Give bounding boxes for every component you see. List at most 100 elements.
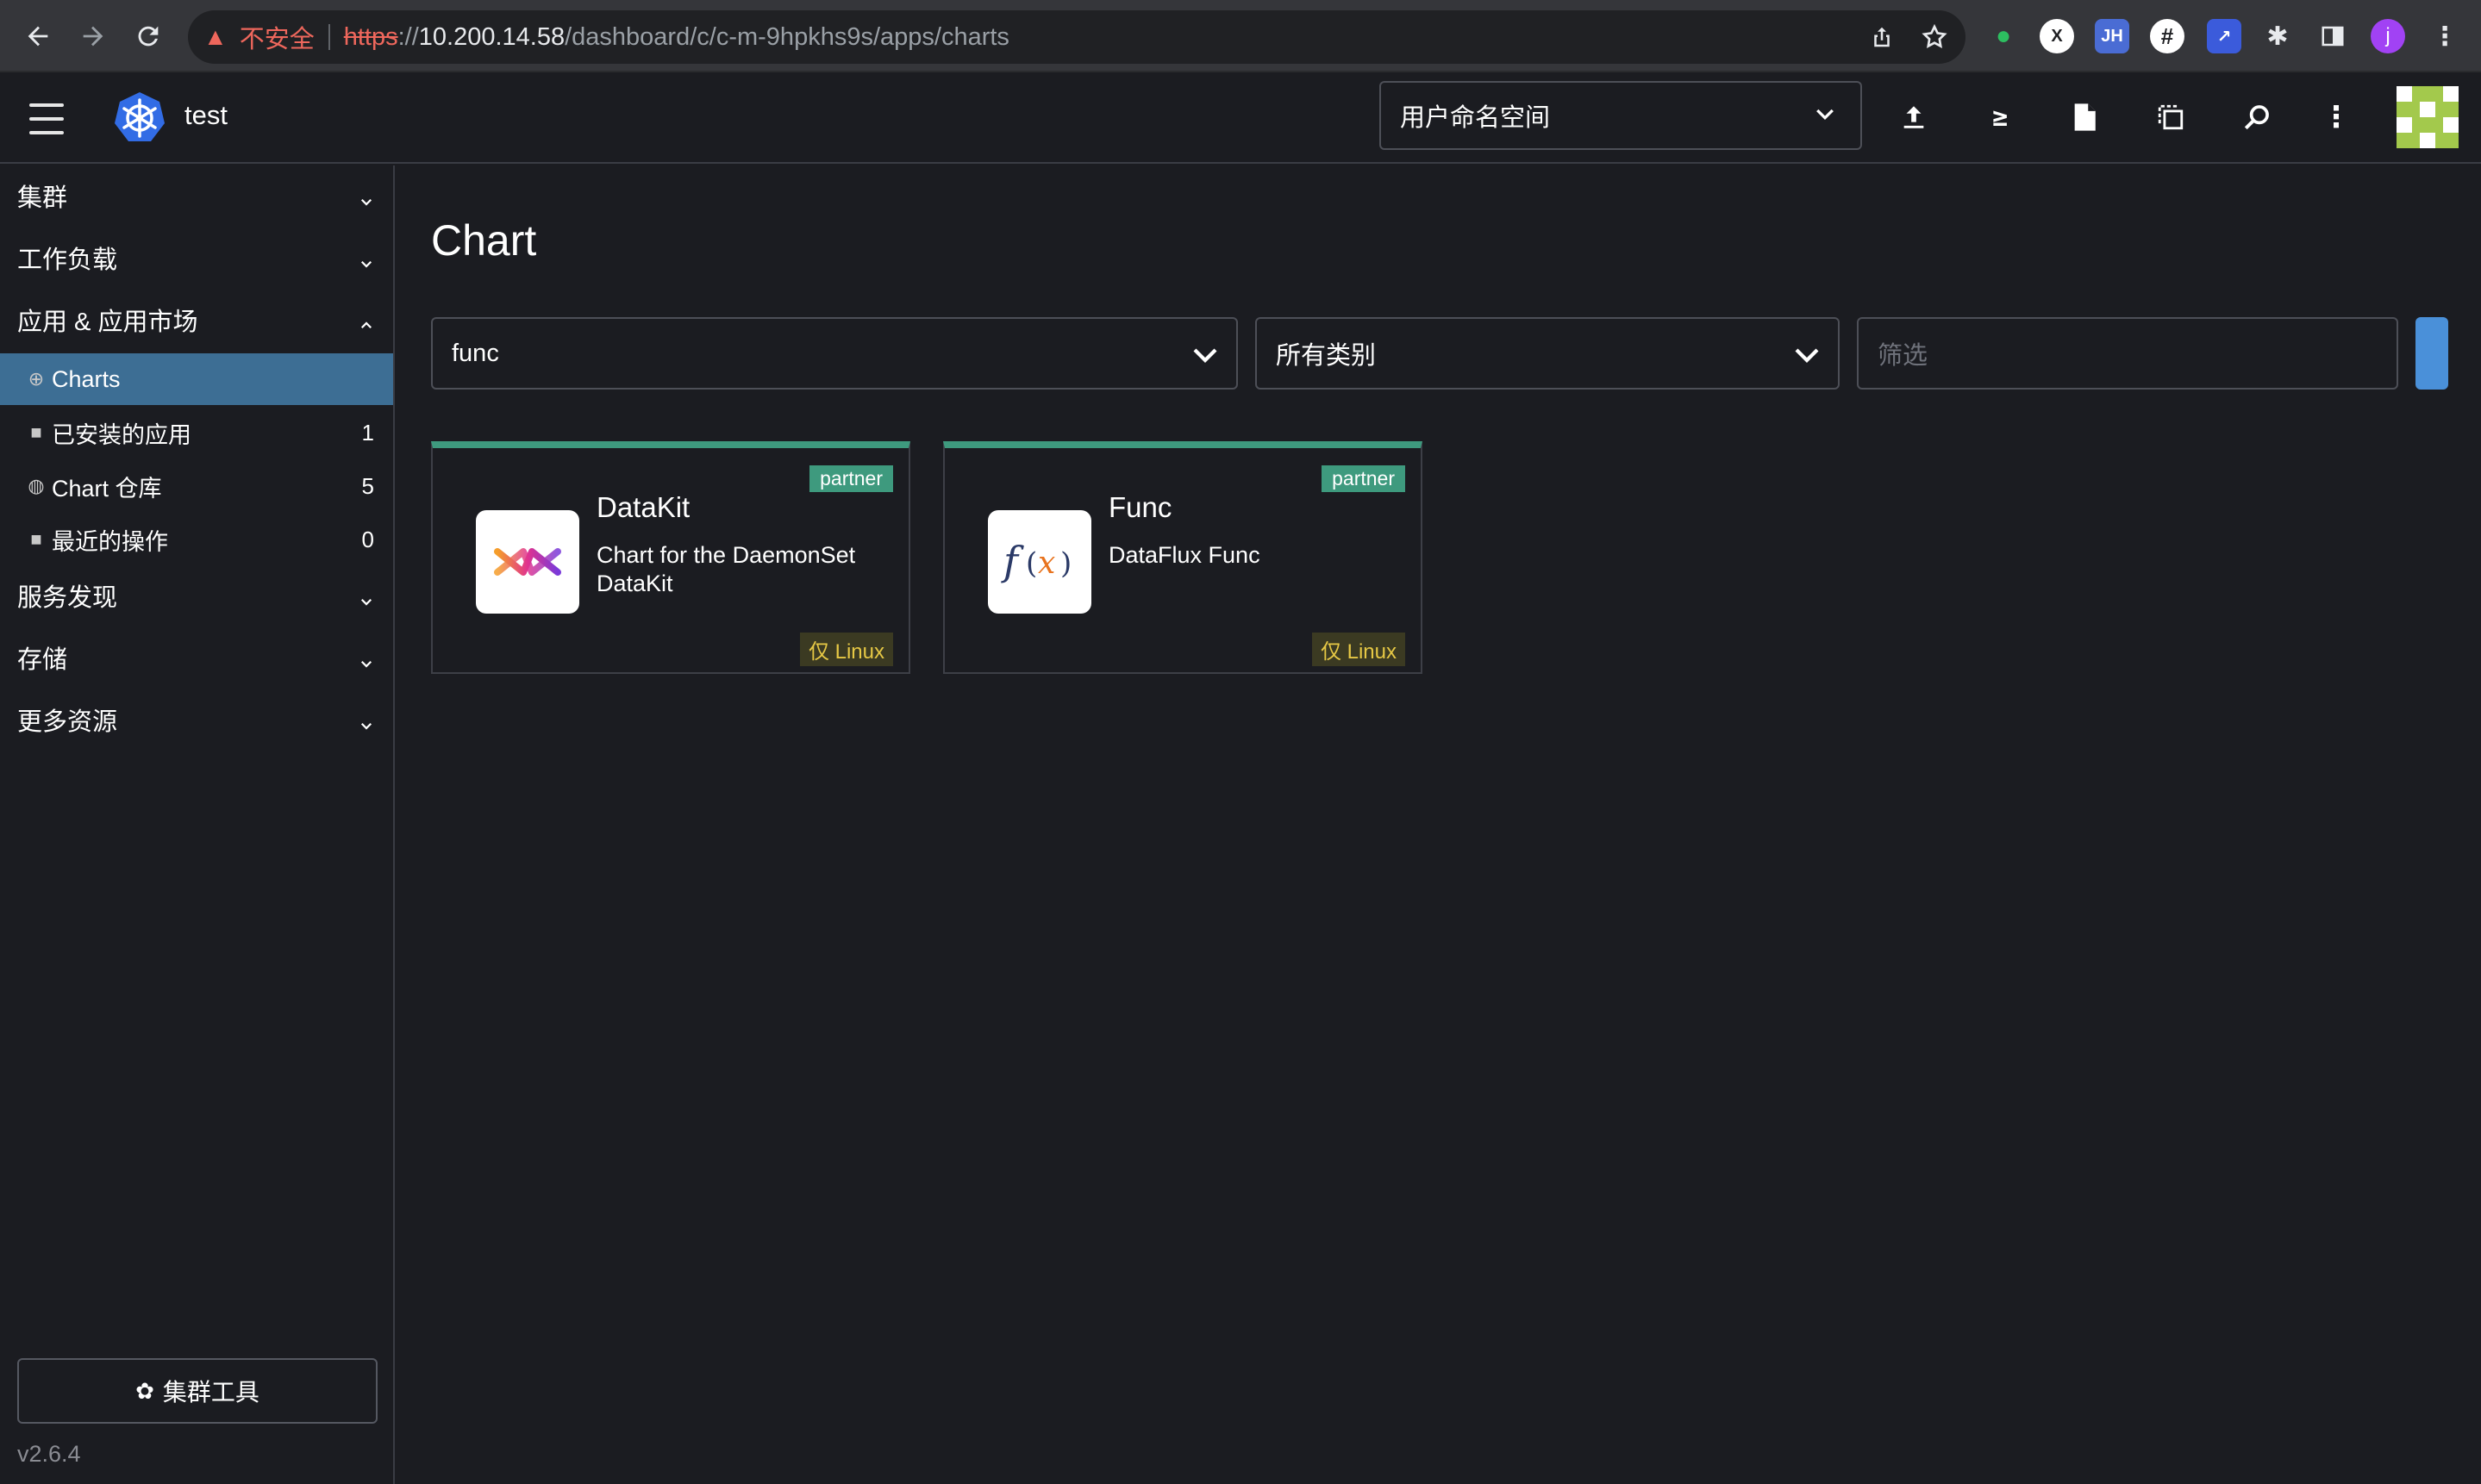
omnibox-divider [328, 24, 330, 50]
sidebar-item-label: Charts [52, 365, 121, 392]
browser-menu-icon[interactable]: ⋮ [2428, 19, 2462, 53]
download-kubeconfig-icon[interactable] [2067, 100, 2102, 134]
sidebar-item-label: Chart 仓库 [52, 475, 162, 502]
share-icon[interactable] [1869, 10, 1895, 64]
sidebar-item-count: 1 [361, 419, 374, 446]
url-separator: :// [397, 22, 419, 51]
chevron-up-icon [359, 312, 374, 340]
bookmark-star-icon[interactable] [1921, 10, 1948, 64]
sidebar-group-label: 工作负载 [17, 246, 118, 274]
sidebar-group-label: 更多资源 [17, 708, 118, 736]
url-scheme: https [343, 22, 398, 51]
chevron-down-icon [359, 250, 374, 278]
folder-icon: ■ [30, 528, 42, 550]
sidebar-item-charts[interactable]: ⊕ Charts [0, 353, 393, 405]
chart-description: Chart for the DaemonSet DataKit [597, 542, 856, 596]
os-badge: 仅 Linux [799, 633, 893, 666]
sidebar-group-service-discovery[interactable]: 服务发现 [0, 565, 393, 626]
chevron-down-icon [359, 188, 374, 216]
extensions-puzzle-icon[interactable]: ✱ [2260, 19, 2295, 53]
chart-name: Func [1109, 491, 1172, 523]
url-path: /dashboard/c/c-m-9hpkhs9s/apps/charts [565, 22, 1009, 51]
evernote-extension-icon[interactable]: ● [1986, 19, 2021, 53]
datakit-logo-icon [476, 510, 579, 614]
namespace-select[interactable]: 用户命名空间 [1379, 81, 1862, 150]
sidebar-group-label: 集群 [17, 184, 68, 212]
repo-filter-select[interactable]: func [431, 317, 1238, 390]
chevron-down-icon [1190, 340, 1221, 377]
address-bar[interactable]: ▲ 不安全 https://10.200.14.58/dashboard/c/c… [188, 10, 1965, 64]
category-filter-value: 所有类别 [1276, 342, 1377, 370]
refresh-button[interactable] [2415, 317, 2448, 390]
folder-icon: ■ [30, 421, 42, 443]
chart-name: DataKit [597, 491, 691, 523]
chart-card-func[interactable]: partner f ( x ) Func DataFlux Func 仅 Lin… [943, 441, 1422, 674]
sidebar-item-recent-operations[interactable]: ■ 最近的操作 0 [0, 514, 393, 565]
sidebar-group-apps[interactable]: 应用 & 应用市场 [0, 290, 393, 350]
cluster-tools-button[interactable]: ✿ 集群工具 [17, 1358, 378, 1424]
os-badge: 仅 Linux [1311, 633, 1405, 666]
compass-icon: ⊕ [28, 368, 45, 390]
profile-avatar[interactable]: j [2371, 19, 2405, 53]
svg-text:): ) [1060, 546, 1072, 581]
chevron-down-icon [359, 712, 374, 740]
partner-badge: partner [1322, 465, 1405, 492]
reload-icon[interactable] [131, 19, 166, 53]
sidebar-group-storage[interactable]: 存储 [0, 627, 393, 688]
sidebar-group-cluster[interactable]: 集群 [0, 165, 393, 226]
warning-icon: ▲ [203, 23, 228, 50]
chevron-down-icon [359, 588, 374, 616]
sidebar: 集群 工作负载 应用 & 应用市场 ⊕ Charts ■ 已安装的应用 1 ◍ … [0, 165, 395, 1484]
chart-card-datakit[interactable]: partner DataKit Chart for the DaemonSet … [431, 441, 910, 674]
menu-toggle-icon[interactable] [29, 103, 64, 134]
sidebar-item-label: 最近的操作 [52, 528, 168, 555]
partner-badge: partner [809, 465, 893, 492]
chevron-down-icon [1791, 340, 1822, 377]
cluster-name[interactable]: test [184, 100, 228, 131]
chart-description: DataFlux Func [1109, 542, 1260, 568]
browser-toolbar: ▲ 不安全 https://10.200.14.58/dashboard/c/c… [0, 0, 2481, 72]
cluster-tools-label: 集群工具 [162, 1379, 259, 1406]
chevron-down-icon [359, 650, 374, 678]
back-icon[interactable] [21, 19, 55, 53]
url-text: https://10.200.14.58/dashboard/c/c-m-9hp… [344, 23, 1009, 52]
user-avatar[interactable] [2397, 86, 2459, 148]
x-extension-icon[interactable]: X [2040, 19, 2074, 53]
side-panel-icon[interactable] [2315, 19, 2350, 53]
sidebar-group-label: 服务发现 [17, 584, 118, 612]
sidebar-group-workloads[interactable]: 工作负载 [0, 228, 393, 288]
svg-text:f: f [1001, 538, 1024, 584]
url-host: 10.200.14.58 [418, 22, 566, 51]
sidebar-item-label: 已安装的应用 [52, 421, 191, 448]
hash-extension-icon[interactable]: # [2150, 19, 2184, 53]
category-filter-select[interactable]: 所有类别 [1255, 317, 1840, 390]
copy-kubeconfig-icon[interactable] [2153, 100, 2188, 134]
namespace-select-value: 用户命名空间 [1400, 104, 1551, 132]
repo-filter-value: func [452, 339, 499, 367]
kubectl-shell-icon[interactable]: ≥ [1983, 100, 2017, 134]
sidebar-group-label: 存储 [17, 646, 68, 674]
sidebar-group-label: 应用 & 应用市场 [17, 309, 198, 336]
kubernetes-logo-icon [112, 90, 167, 145]
version-label[interactable]: v2.6.4 [17, 1441, 81, 1468]
svg-text:(: ( [1026, 546, 1037, 581]
sidebar-item-installed-apps[interactable]: ■ 已安装的应用 1 [0, 407, 393, 458]
jh-extension-icon[interactable]: JH [2095, 19, 2129, 53]
chevron-down-icon [1812, 102, 1838, 134]
sidebar-item-chart-repos[interactable]: ◍ Chart 仓库 5 [0, 460, 393, 512]
func-logo-icon: f ( x ) [988, 510, 1091, 614]
sidebar-group-more-resources[interactable]: 更多资源 [0, 689, 393, 750]
gear-icon: ✿ [135, 1377, 154, 1404]
translate-extension-icon[interactable]: ↗ [2207, 19, 2241, 53]
search-input[interactable]: 筛选 [1857, 317, 2398, 390]
sidebar-item-count: 0 [361, 526, 374, 552]
app-header: test 用户命名空间 ≥ ⋮ [0, 74, 2481, 164]
sidebar-item-count: 5 [361, 472, 374, 499]
svg-text:x: x [1038, 546, 1055, 581]
page-title: Chart [431, 216, 537, 265]
search-placeholder: 筛选 [1878, 342, 1928, 370]
import-yaml-icon[interactable] [1897, 100, 1931, 134]
search-icon[interactable] [2240, 100, 2274, 134]
more-options-icon[interactable]: ⋮ [2319, 100, 2353, 134]
forward-icon[interactable] [76, 19, 110, 53]
